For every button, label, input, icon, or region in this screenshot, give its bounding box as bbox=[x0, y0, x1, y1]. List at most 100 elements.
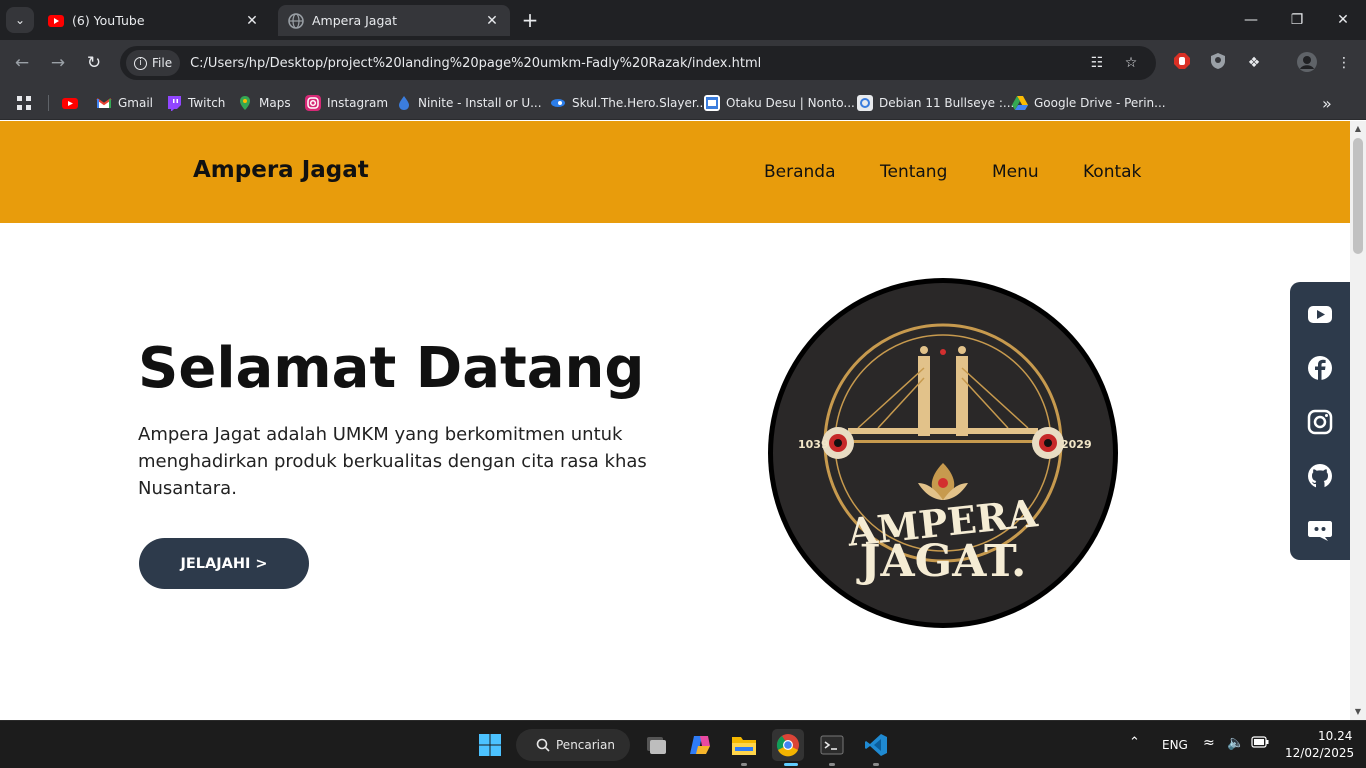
new-tab-button[interactable]: + bbox=[518, 9, 542, 33]
wifi-icon[interactable]: ≈ bbox=[1203, 735, 1215, 751]
copilot-button[interactable] bbox=[684, 729, 716, 761]
bookmark-instagram[interactable]: Instagram bbox=[305, 92, 388, 114]
tab-search-button[interactable]: ⌄ bbox=[6, 7, 34, 33]
otakudesu-icon bbox=[704, 95, 720, 111]
file-explorer-button[interactable] bbox=[728, 729, 760, 761]
running-indicator bbox=[741, 763, 747, 766]
site-info-chip[interactable]: i File bbox=[126, 50, 181, 76]
browser-toolbar: ← → ↻ i File C:/Users/hp/Desktop/project… bbox=[0, 40, 1366, 86]
url-text[interactable]: C:/Users/hp/Desktop/project%20landing%20… bbox=[190, 56, 761, 71]
google-drive-icon bbox=[1012, 96, 1028, 110]
nav-link-beranda[interactable]: Beranda bbox=[764, 162, 836, 182]
close-icon[interactable]: ✕ bbox=[244, 13, 260, 29]
bookmark-maps[interactable]: Maps bbox=[237, 92, 291, 114]
site-brand[interactable]: Ampera Jagat bbox=[193, 157, 369, 183]
chrome-taskbar-button[interactable] bbox=[772, 729, 804, 761]
taskbar-search[interactable]: Pencarian bbox=[516, 729, 630, 761]
explore-button[interactable]: JELAJAHI > bbox=[139, 538, 309, 589]
chrome-icon bbox=[776, 734, 799, 757]
logo-year-right: 2029 bbox=[1061, 438, 1092, 451]
battery-icon[interactable] bbox=[1251, 736, 1269, 751]
bookmark-google-drive[interactable]: Google Drive - Perin... bbox=[1012, 92, 1166, 114]
address-bar[interactable]: i File C:/Users/hp/Desktop/project%20lan… bbox=[120, 46, 1156, 80]
maps-icon bbox=[240, 96, 250, 110]
scroll-up-arrow-icon[interactable]: ▲ bbox=[1350, 121, 1366, 137]
github-icon[interactable] bbox=[1307, 463, 1333, 489]
bookmark-debian[interactable]: Debian 11 Bullseye :... bbox=[857, 92, 1014, 114]
shield-extension-icon[interactable] bbox=[1207, 52, 1229, 74]
terminal-button[interactable] bbox=[816, 729, 848, 761]
task-view-button[interactable] bbox=[640, 729, 672, 761]
adblock-extension-icon[interactable] bbox=[1171, 52, 1193, 74]
running-indicator bbox=[873, 763, 879, 766]
youtube-icon bbox=[62, 98, 78, 109]
more-bookmarks-icon[interactable]: » bbox=[1322, 92, 1332, 114]
bookmark-star-icon[interactable]: ☆ bbox=[1122, 54, 1140, 72]
close-window-button[interactable]: ✕ bbox=[1320, 8, 1366, 32]
tab-ampera-jagat[interactable]: Ampera Jagat ✕ bbox=[278, 5, 510, 36]
clock-date[interactable]: 12/02/2025 bbox=[1285, 746, 1354, 760]
site-info-label: File bbox=[152, 56, 173, 70]
bookmark-ninite[interactable]: Ninite - Install or U... bbox=[396, 92, 542, 114]
tab-youtube[interactable]: (6) YouTube ✕ bbox=[38, 5, 270, 36]
profile-avatar[interactable] bbox=[1296, 52, 1318, 74]
bookmark-skul[interactable]: Skul.The.Hero.Slayer... bbox=[550, 92, 707, 114]
back-button[interactable]: ← bbox=[10, 51, 34, 75]
more-menu-icon[interactable]: ⋮ bbox=[1333, 52, 1355, 74]
translate-icon[interactable]: ☷ bbox=[1088, 54, 1106, 72]
close-icon[interactable]: ✕ bbox=[484, 13, 500, 29]
bookmarks-bar: Gmail Twitch Maps Instagram Ninite - Ins… bbox=[0, 86, 1366, 120]
task-view-icon bbox=[647, 737, 666, 754]
hero-title: Selamat Datang bbox=[138, 336, 645, 401]
youtube-icon[interactable] bbox=[1307, 301, 1333, 327]
show-hidden-icons-chevron-icon[interactable]: ⌃ bbox=[1129, 735, 1140, 750]
page-scrollbar[interactable]: ▲ ▼ bbox=[1350, 121, 1366, 720]
minimize-button[interactable]: — bbox=[1228, 8, 1274, 32]
bookmark-otakudesu[interactable]: Otaku Desu | Nonto... bbox=[704, 92, 855, 114]
language-indicator[interactable]: ENG bbox=[1162, 738, 1188, 752]
vscode-button[interactable] bbox=[860, 729, 892, 761]
vscode-icon bbox=[865, 734, 887, 756]
facebook-icon[interactable] bbox=[1307, 355, 1333, 381]
windows-taskbar: Pencarian ⌃ ENG ≈ 🔈 10.24 12/02/2025 bbox=[0, 720, 1366, 768]
folder-icon bbox=[732, 737, 756, 755]
info-icon: i bbox=[134, 56, 147, 70]
nav-link-kontak[interactable]: Kontak bbox=[1083, 162, 1141, 182]
clock-time[interactable]: 10.24 bbox=[1318, 729, 1352, 743]
scroll-thumb[interactable] bbox=[1353, 138, 1363, 254]
twitch-icon bbox=[168, 96, 181, 111]
social-sidebar bbox=[1290, 282, 1350, 560]
extensions-puzzle-icon[interactable]: ❖ bbox=[1243, 52, 1265, 74]
bookmark-twitch[interactable]: Twitch bbox=[166, 92, 225, 114]
reload-button[interactable]: ↻ bbox=[82, 51, 106, 75]
volume-icon[interactable]: 🔈 bbox=[1227, 735, 1244, 751]
restore-button[interactable]: ❐ bbox=[1274, 8, 1320, 32]
instagram-icon bbox=[305, 95, 321, 111]
search-label: Pencarian bbox=[556, 738, 615, 752]
gmail-icon bbox=[96, 98, 112, 108]
instagram-icon[interactable] bbox=[1307, 409, 1333, 435]
chevron-down-icon: ⌄ bbox=[14, 13, 26, 27]
ninite-icon bbox=[399, 96, 409, 110]
apps-grid-icon[interactable] bbox=[16, 92, 32, 114]
bookmark-label: Gmail bbox=[118, 96, 154, 110]
bookmark-youtube[interactable] bbox=[62, 92, 78, 114]
bookmark-label: Twitch bbox=[188, 96, 226, 110]
brand-logo: 1039 2029 AMPERA JAGAT. bbox=[768, 278, 1118, 628]
forward-button[interactable]: → bbox=[46, 51, 70, 75]
nav-link-tentang[interactable]: Tentang bbox=[880, 162, 947, 182]
bookmark-label: Maps bbox=[259, 96, 291, 110]
logo-text-line2: JAGAT. bbox=[856, 536, 1027, 587]
bookmarks-divider bbox=[48, 95, 49, 111]
start-button[interactable] bbox=[474, 729, 506, 761]
tab-title: (6) YouTube bbox=[72, 13, 145, 28]
youtube-icon bbox=[48, 14, 64, 27]
scroll-down-arrow-icon[interactable]: ▼ bbox=[1350, 704, 1366, 720]
copilot-icon bbox=[690, 736, 710, 754]
nav-link-menu[interactable]: Menu bbox=[992, 162, 1039, 182]
page-viewport: Ampera Jagat Beranda Tentang Menu Kontak… bbox=[0, 121, 1350, 720]
discord-icon[interactable] bbox=[1307, 517, 1333, 543]
bookmark-gmail[interactable]: Gmail bbox=[96, 92, 153, 114]
bookmark-label: Otaku Desu | Nonto... bbox=[726, 96, 855, 110]
bookmark-label: Debian 11 Bullseye :... bbox=[879, 96, 1015, 110]
